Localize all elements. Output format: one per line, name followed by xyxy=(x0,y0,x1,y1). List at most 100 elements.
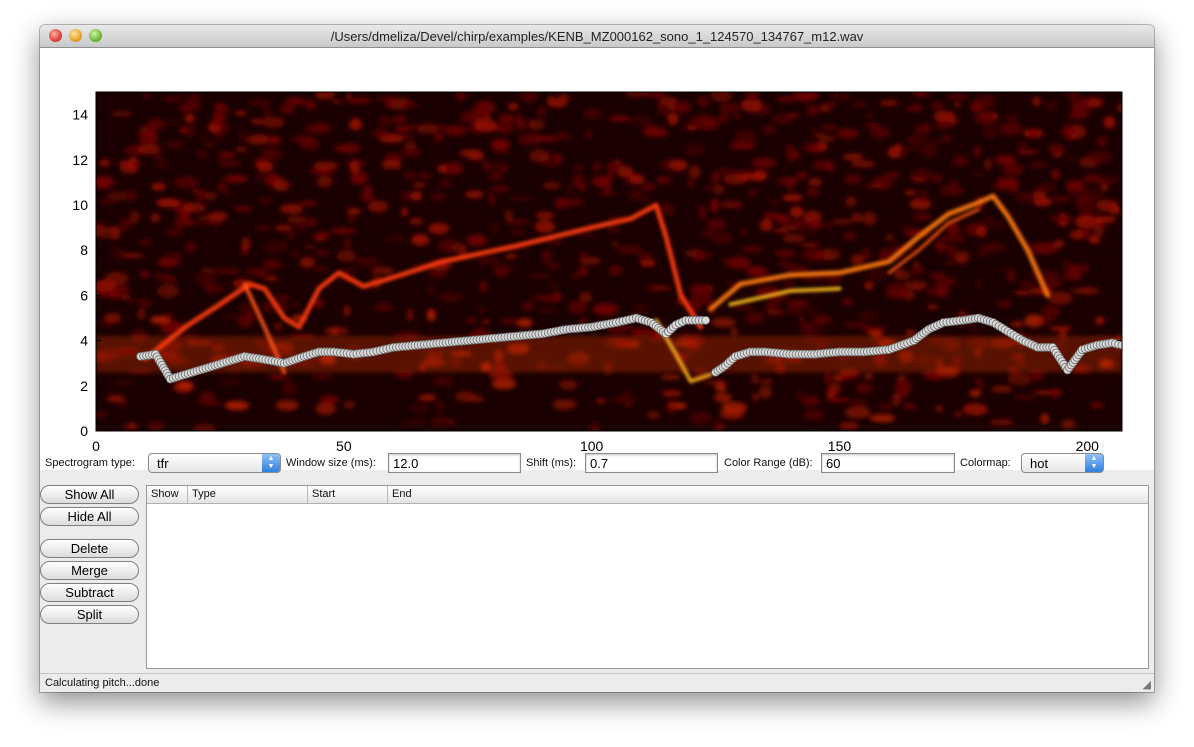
noise-blob xyxy=(913,124,933,134)
noise-blob xyxy=(974,145,981,158)
noise-blob xyxy=(196,215,214,221)
noise-blob xyxy=(479,281,488,293)
noise-blob xyxy=(657,107,669,116)
noise-blob xyxy=(734,113,741,120)
noise-blob xyxy=(824,373,832,384)
noise-blob xyxy=(796,171,808,180)
noise-blob xyxy=(747,188,757,199)
noise-blob xyxy=(935,405,943,412)
resize-grip-icon[interactable]: ◢ xyxy=(1143,678,1151,691)
merge-button[interactable]: Merge xyxy=(40,561,139,580)
noise-blob xyxy=(337,143,361,154)
noise-blob xyxy=(612,396,636,404)
noise-blob xyxy=(408,403,429,413)
shift-input[interactable]: 0.7 xyxy=(585,453,718,473)
split-button[interactable]: Split xyxy=(40,605,139,624)
noise-blob xyxy=(384,235,408,243)
noise-blob xyxy=(775,96,795,103)
noise-blob xyxy=(751,393,761,402)
column-header-start[interactable]: Start xyxy=(308,486,388,503)
noise-blob xyxy=(432,376,454,387)
noise-blob xyxy=(153,273,169,280)
noise-blob xyxy=(844,174,862,185)
noise-blob xyxy=(362,184,372,199)
noise-blob xyxy=(142,92,150,100)
pitch-point[interactable] xyxy=(701,315,711,325)
spectrogram-plot[interactable]: 0 50 100 150 200 0 2 4 6 8 10 12 14 xyxy=(40,48,1154,470)
noise-blob xyxy=(354,256,381,267)
noise-blob xyxy=(267,135,282,145)
noise-blob xyxy=(721,401,748,415)
spectrogram-svg[interactable]: 0 50 100 150 20002468101214 xyxy=(40,48,1154,470)
noise-blob xyxy=(418,394,437,402)
noise-blob xyxy=(153,154,164,160)
noise-blob xyxy=(1044,100,1057,112)
noise-blob xyxy=(726,256,751,270)
noise-blob xyxy=(1041,305,1061,320)
subtract-button[interactable]: Subtract xyxy=(40,583,139,602)
noise-blob xyxy=(578,266,588,276)
noise-blob xyxy=(379,114,389,129)
noise-blob xyxy=(894,380,912,394)
delete-button[interactable]: Delete xyxy=(40,539,139,558)
noise-blob xyxy=(592,303,619,316)
window-size-input[interactable]: 12.0 xyxy=(388,453,521,473)
noise-blob xyxy=(712,421,723,429)
noise-blob xyxy=(120,253,145,258)
noise-blob xyxy=(1051,169,1060,180)
noise-blob xyxy=(915,213,932,221)
noise-blob xyxy=(566,197,585,207)
noise-blob xyxy=(904,279,929,290)
noise-blob xyxy=(1050,217,1075,222)
noise-blob xyxy=(427,285,436,296)
noise-blob xyxy=(869,127,891,139)
noise-blob xyxy=(758,385,773,399)
hide-all-button[interactable]: Hide All xyxy=(40,507,139,526)
noise-blob xyxy=(650,283,657,291)
noise-blob xyxy=(701,230,713,237)
noise-blob xyxy=(400,190,411,201)
column-header-show[interactable]: Show xyxy=(147,486,188,503)
noise-blob xyxy=(235,146,249,153)
select-arrows-icon: ▲ ▼ xyxy=(262,454,280,472)
noise-blob xyxy=(460,111,478,123)
noise-blob xyxy=(926,304,939,310)
y-tick-label: 6 xyxy=(80,287,88,303)
noise-blob xyxy=(861,326,886,332)
noise-blob xyxy=(205,279,211,293)
noise-blob xyxy=(349,160,360,174)
noise-blob xyxy=(1014,395,1034,400)
noise-blob xyxy=(665,399,678,414)
noise-blob xyxy=(1032,191,1047,198)
noise-blob xyxy=(734,131,757,137)
noise-blob xyxy=(796,389,803,399)
noise-blob xyxy=(487,172,503,181)
noise-blob xyxy=(685,143,705,157)
noise-blob xyxy=(629,189,644,201)
noise-blob xyxy=(933,110,956,122)
noise-blob xyxy=(746,266,767,276)
noise-blob xyxy=(862,183,887,189)
show-all-button[interactable]: Show All xyxy=(40,485,139,504)
noise-blob xyxy=(150,213,161,223)
noise-blob xyxy=(710,231,734,245)
noise-blob xyxy=(280,241,287,248)
noise-blob xyxy=(314,92,336,100)
noise-blob xyxy=(1095,316,1105,325)
noise-blob xyxy=(1067,92,1081,103)
column-header-end[interactable]: End xyxy=(388,486,1148,503)
noise-blob xyxy=(336,250,357,262)
noise-blob xyxy=(214,113,225,123)
spectrogram-controls: Spectrogram type: tfr ▲ ▼ Window size (ms… xyxy=(40,449,1154,479)
column-header-type[interactable]: Type xyxy=(188,486,308,503)
noise-blob xyxy=(445,162,464,175)
color-range-input[interactable]: 60 xyxy=(821,453,955,473)
noise-blob xyxy=(930,101,945,111)
spectrogram-type-select[interactable]: tfr ▲ ▼ xyxy=(148,453,281,473)
noise-blob xyxy=(482,319,490,324)
noise-blob xyxy=(607,226,620,233)
noise-blob xyxy=(946,93,970,101)
noise-blob xyxy=(402,170,417,180)
colormap-select[interactable]: hot ▲ ▼ xyxy=(1021,453,1104,473)
element-table[interactable]: Show Type Start End xyxy=(146,485,1149,669)
